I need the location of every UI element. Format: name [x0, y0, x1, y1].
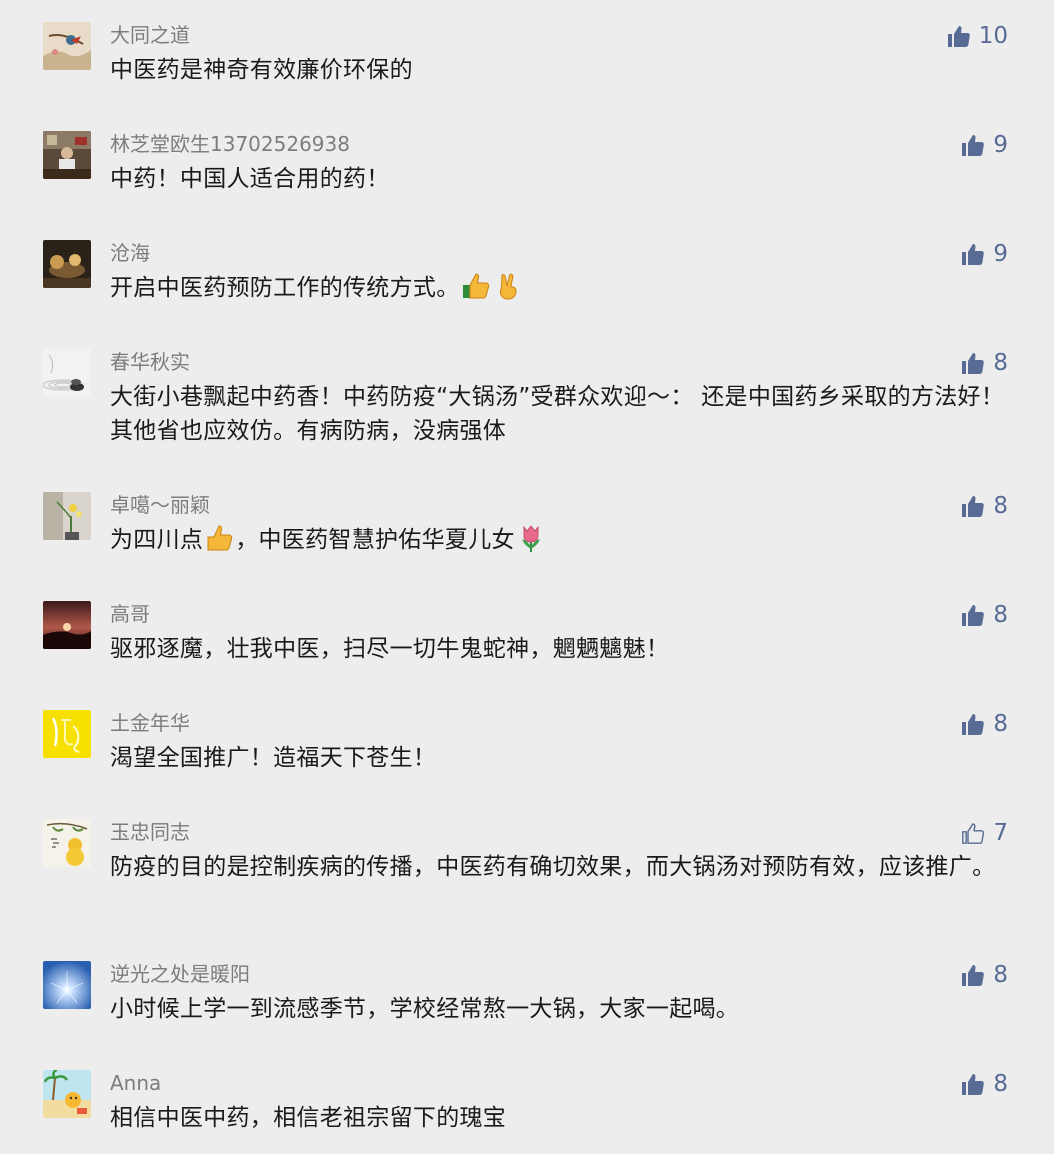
comment-username[interactable]: 春华秋实: [110, 349, 190, 375]
like-count: 9: [993, 132, 1008, 158]
thumbs-up-filled-icon: [962, 965, 985, 986]
avatar[interactable]: [43, 131, 91, 179]
like-count: 8: [993, 493, 1008, 519]
comment-username[interactable]: 高哥: [110, 601, 150, 627]
avatar[interactable]: [43, 961, 91, 1009]
comment-text: 大街小巷飘起中药香！中药防疫“大锅汤”受群众欢迎～： 还是中国药乡采取的方法好！…: [110, 384, 1005, 444]
victory-hand-emoji-icon: [499, 273, 517, 300]
comment-username[interactable]: 逆光之处是暖阳: [110, 961, 250, 987]
thumbs-up-filled-icon: [962, 1074, 985, 1095]
avatar[interactable]: [43, 349, 91, 397]
comment-text-part: ，中医药智慧护佑华夏儿女: [235, 527, 515, 553]
comment-text: 相信中医中药，相信老祖宗留下的瑰宝: [110, 1105, 507, 1131]
comment-username[interactable]: 沧海: [110, 240, 150, 266]
thumbs-up-emoji-icon: [207, 525, 233, 551]
like-button[interactable]: 8: [961, 710, 1008, 738]
thumbs-up-outline-icon: [962, 823, 985, 844]
thumbs-up-filled-icon: [962, 496, 985, 517]
thumbs-up-filled-icon: [947, 26, 970, 47]
comment-text-part: 为四川点: [110, 527, 204, 553]
comment-username[interactable]: 土金年华: [110, 710, 190, 736]
like-button[interactable]: 9: [961, 131, 1008, 159]
avatar[interactable]: [43, 22, 91, 70]
like-count: 9: [993, 241, 1008, 267]
avatar[interactable]: [43, 710, 91, 758]
thumbs-up-filled-icon: [962, 714, 985, 735]
comment-text: 防疫的目的是控制疾病的传播，中医药有确切效果，而大锅汤对预防有效，应该推广。: [110, 854, 996, 880]
like-button[interactable]: 8: [961, 961, 1008, 989]
comment-username[interactable]: 林芝堂欧生13702526938: [110, 131, 350, 157]
avatar[interactable]: [43, 601, 91, 649]
avatar[interactable]: [43, 819, 91, 867]
comment-text: 小时候上学一到流感季节，学校经常熬一大锅，大家一起喝。: [110, 996, 740, 1022]
comment-username[interactable]: 大同之道: [110, 22, 190, 48]
avatar[interactable]: [43, 1070, 91, 1118]
comment-text: 中药！中国人适合用的药！: [110, 166, 390, 192]
like-button[interactable]: 8: [961, 492, 1008, 520]
like-count: 8: [993, 711, 1008, 737]
like-button[interactable]: 8: [961, 349, 1008, 377]
tulip-emoji-icon: [521, 525, 540, 552]
comment-username[interactable]: 卓噶～丽颖: [110, 492, 210, 518]
avatar[interactable]: [43, 240, 91, 288]
like-count: 8: [993, 962, 1008, 988]
like-count: 8: [993, 1071, 1008, 1097]
thumbs-up-emoji-icon: [462, 273, 489, 299]
comment-text: 开启中医药预防工作的传统方式。: [110, 271, 1010, 305]
like-button[interactable]: 8: [961, 1070, 1008, 1098]
thumbs-up-filled-icon: [962, 244, 985, 265]
like-count: 10: [978, 23, 1008, 49]
thumbs-up-filled-icon: [962, 605, 985, 626]
comment-username[interactable]: Anna: [110, 1070, 161, 1096]
like-button[interactable]: 10: [947, 22, 1008, 50]
like-button[interactable]: 8: [961, 601, 1008, 629]
comment-text: 为四川点 ，中医药智慧护佑华夏儿女: [110, 523, 1010, 557]
like-count: 7: [993, 820, 1008, 846]
thumbs-up-filled-icon: [962, 135, 985, 156]
like-count: 8: [993, 350, 1008, 376]
comment-text: 中医药是神奇有效廉价环保的: [110, 57, 413, 83]
comment-text-body: 开启中医药预防工作的传统方式。: [110, 275, 460, 301]
like-button[interactable]: 7: [961, 819, 1008, 847]
comment-text: 渴望全国推广！造福天下苍生！: [110, 745, 437, 771]
comment-username[interactable]: 玉忠同志: [110, 819, 190, 845]
comment-text: 驱邪逐魔，壮我中医，扫尽一切牛鬼蛇神，魍魉魑魅！: [110, 636, 670, 662]
like-button[interactable]: 9: [961, 240, 1008, 268]
thumbs-up-filled-icon: [962, 353, 985, 374]
like-count: 8: [993, 602, 1008, 628]
avatar[interactable]: [43, 492, 91, 540]
comment-list: 大同之道 中医药是神奇有效廉价环保的 10 林芝堂欧生13702526938 中…: [0, 0, 1054, 1154]
